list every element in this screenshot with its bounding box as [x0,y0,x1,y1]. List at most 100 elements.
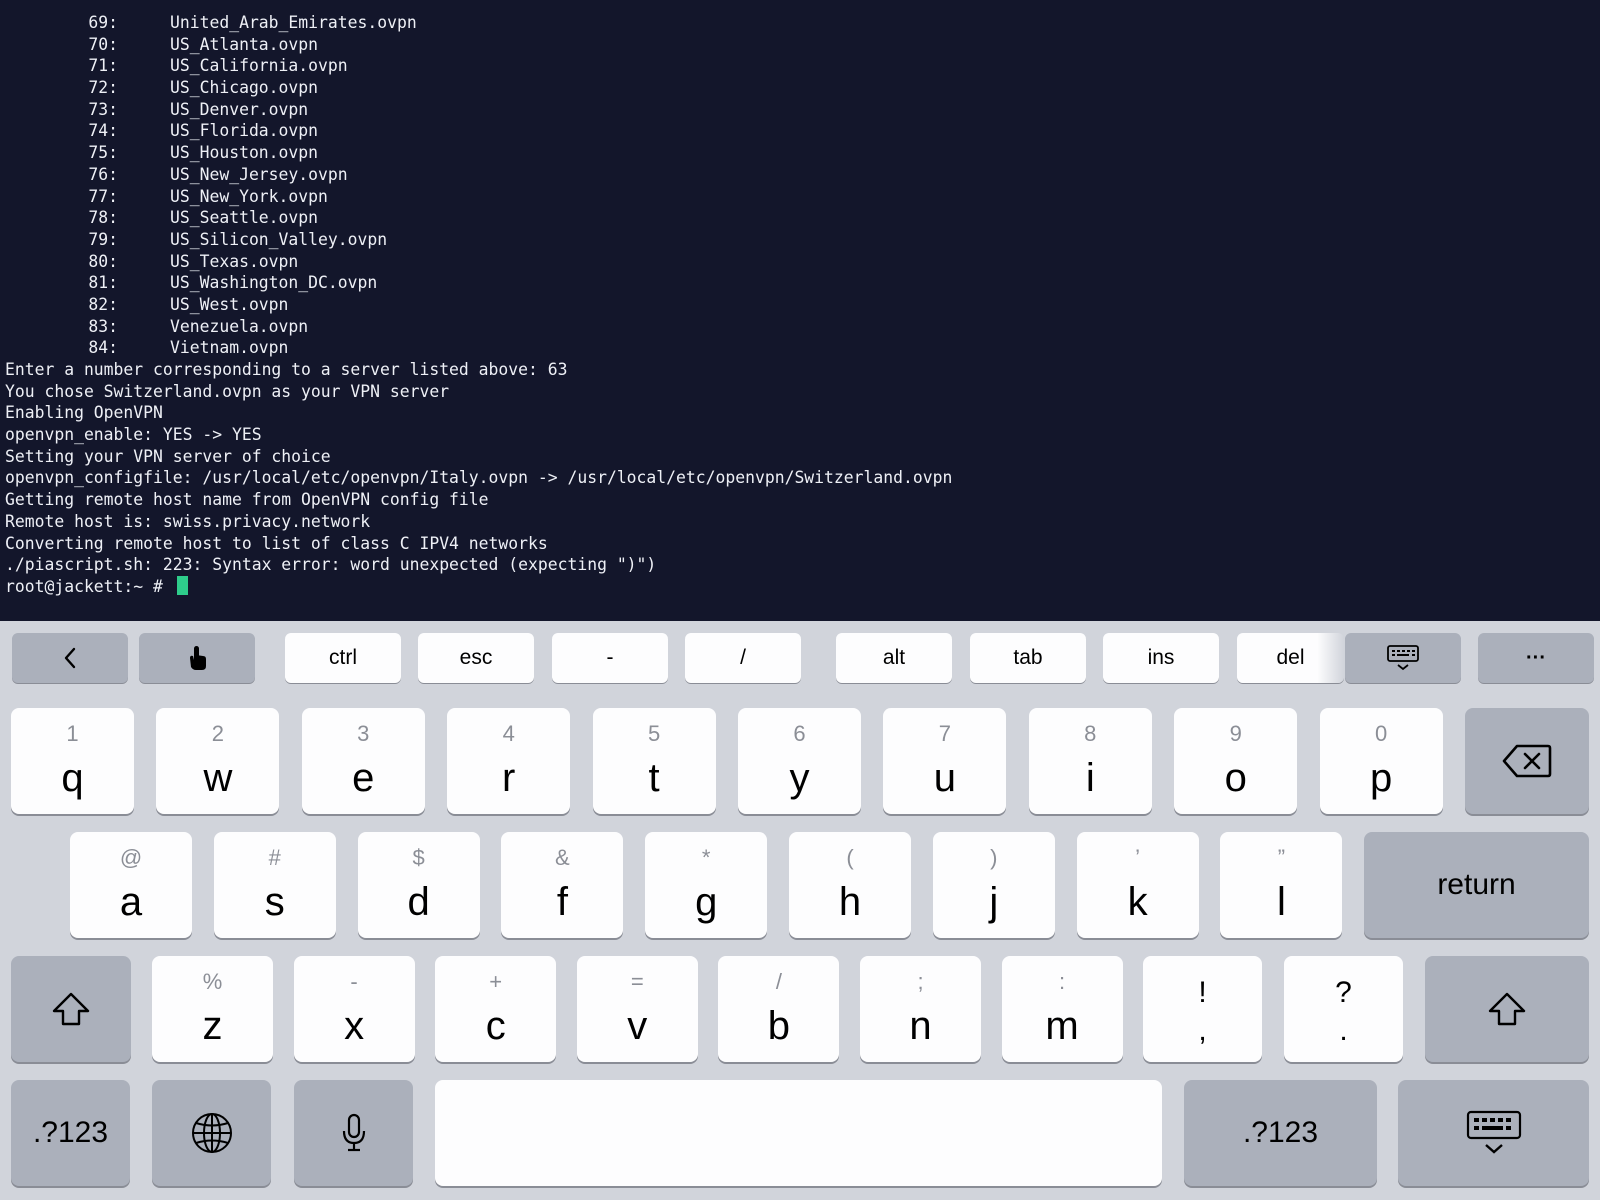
microphone-icon [342,1113,365,1152]
key-letter-label: h [838,880,862,924]
shift-key-right[interactable] [1425,956,1589,1062]
server-list-line: 82: US_West.ovpn [5,294,952,316]
globe-icon [191,1113,232,1153]
backspace-key[interactable] [1465,708,1589,814]
more-button[interactable]: ··· [1478,633,1594,683]
key-w[interactable]: 2w [156,708,280,814]
server-list-line: 75: US_Houston.ovpn [5,142,952,164]
return-key[interactable]: return [1364,832,1589,938]
server-list-line: 79: US_Silicon_Valley.ovpn [5,229,952,251]
key-question-label: ? [1335,976,1352,1009]
key-letter-label: n [909,1004,932,1048]
key-hint-label: + [489,969,503,994]
numbers-label: .?123 [32,1116,109,1149]
key-k[interactable]: ’ k [1076,832,1199,938]
key-letter-label: s [264,880,285,924]
shell-prompt: root@jackett:~ # [5,576,173,596]
key-a[interactable]: @ a [70,832,192,938]
key-s[interactable]: # s [213,832,336,938]
key-l[interactable]: ” l [1220,832,1343,938]
key-letter-label: l [1276,880,1286,924]
server-filename: US_Seattle.ovpn [170,208,319,228]
key-letter-label: v [627,1004,648,1048]
esc-key[interactable]: esc [418,633,534,683]
del-key[interactable]: del [1237,633,1344,683]
key-x[interactable]: -x [293,956,415,1062]
shift-key-left[interactable] [11,956,131,1062]
server-list-line: 76: US_New_Jersey.ovpn [5,164,952,186]
touch-pointer-icon [190,646,206,670]
alt-key[interactable]: alt [836,633,952,683]
key-hint-label: : [1059,969,1066,994]
key-hint-label: ; [917,969,924,994]
key-hint-label: 7 [938,721,952,746]
key-d[interactable]: $ d [357,832,480,938]
onscreen-keyboard: ctrl esc - / alt tab ins del ··· 1q2w3e4… [0,621,1600,1200]
keyboard-toggle-icon [1387,645,1419,671]
terminal-prompt-line[interactable]: root@jackett:~ # [5,575,952,598]
key-letter-label: d [407,880,430,924]
key-hint-label: 0 [1374,721,1388,746]
key-hint-label: 6 [793,721,806,746]
slash-key[interactable]: / [685,633,801,683]
key-f[interactable]: & f [501,832,624,938]
back-button[interactable] [12,633,128,683]
server-list-line: 80: US_Texas.ovpn [5,251,952,273]
return-label: return [1437,868,1516,901]
server-list-line: 70: US_Atlanta.ovpn [5,34,952,56]
terminal-output[interactable]: 69: United_Arab_Emirates.ovpn 70: US_Atlant… [0,0,1600,621]
key-o[interactable]: 9o [1174,708,1298,814]
server-filename: US_Washington_DC.ovpn [170,273,378,293]
dash-key[interactable]: - [552,633,668,683]
space-key[interactable] [435,1080,1162,1186]
server-list-line: 83: Venezuela.ovpn [5,316,952,338]
server-list-line: 84: Vietnam.ovpn [5,337,952,359]
key-j[interactable]: ) j [932,832,1055,938]
key-z[interactable]: % z [152,956,273,1062]
key-g[interactable]: * g [645,832,768,938]
key-n[interactable]: ; n [860,956,981,1062]
key-hint-label: # [268,845,281,870]
microphone-key[interactable] [294,1080,413,1186]
key-question-period[interactable]: ? . [1284,956,1403,1062]
key-hint-label: 2 [211,721,225,746]
tab-key[interactable]: tab [970,633,1086,683]
key-letter-label: t [648,756,660,800]
key-b[interactable]: / b [718,956,840,1062]
key-letter-label: k [1127,880,1148,924]
globe-key[interactable] [152,1080,271,1186]
keyboard-toggle-button[interactable] [1345,633,1461,683]
key-y[interactable]: 6y [738,708,861,814]
key-e[interactable]: 3e [301,708,425,814]
key-hint-label: $ [412,845,425,870]
touch-mode-button[interactable] [139,633,255,683]
server-number: 70: [88,34,118,54]
key-exclamation-comma[interactable]: ! , [1143,956,1262,1062]
key-exclamation-label: ! [1198,976,1207,1009]
key-r[interactable]: 4r [447,708,571,814]
server-number: 81: [88,273,118,293]
server-number: 84: [88,338,118,358]
ctrl-key[interactable]: ctrl [285,633,401,683]
key-v[interactable]: = v [576,956,698,1062]
key-t[interactable]: 5t [592,708,716,814]
server-filename: US_West.ovpn [170,294,289,314]
numbers-key-left[interactable]: .?123 [11,1080,130,1186]
key-h[interactable]: (h [789,832,911,938]
key-c[interactable]: + c [435,956,557,1062]
server-filename: Venezuela.ovpn [170,316,309,336]
key-u[interactable]: 7u [883,708,1007,814]
key-i[interactable]: 8i [1028,708,1152,814]
server-number: 73: [88,99,118,119]
ins-key[interactable]: ins [1103,633,1219,683]
key-q[interactable]: 1q [11,708,134,814]
server-filename: US_Houston.ovpn [170,143,319,163]
dismiss-keyboard-key[interactable] [1398,1080,1589,1186]
server-number: 75: [88,143,118,163]
key-p[interactable]: 0p [1319,708,1443,814]
key-hint-label: @ [119,845,143,870]
terminal-output-line: openvpn_enable: YES -> YES [5,425,262,445]
terminal-output-line: openvpn_configfile: /usr/local/etc/openv… [5,468,953,488]
numbers-key-right[interactable]: .?123 [1184,1080,1377,1186]
key-m[interactable]: :m [1001,956,1123,1062]
